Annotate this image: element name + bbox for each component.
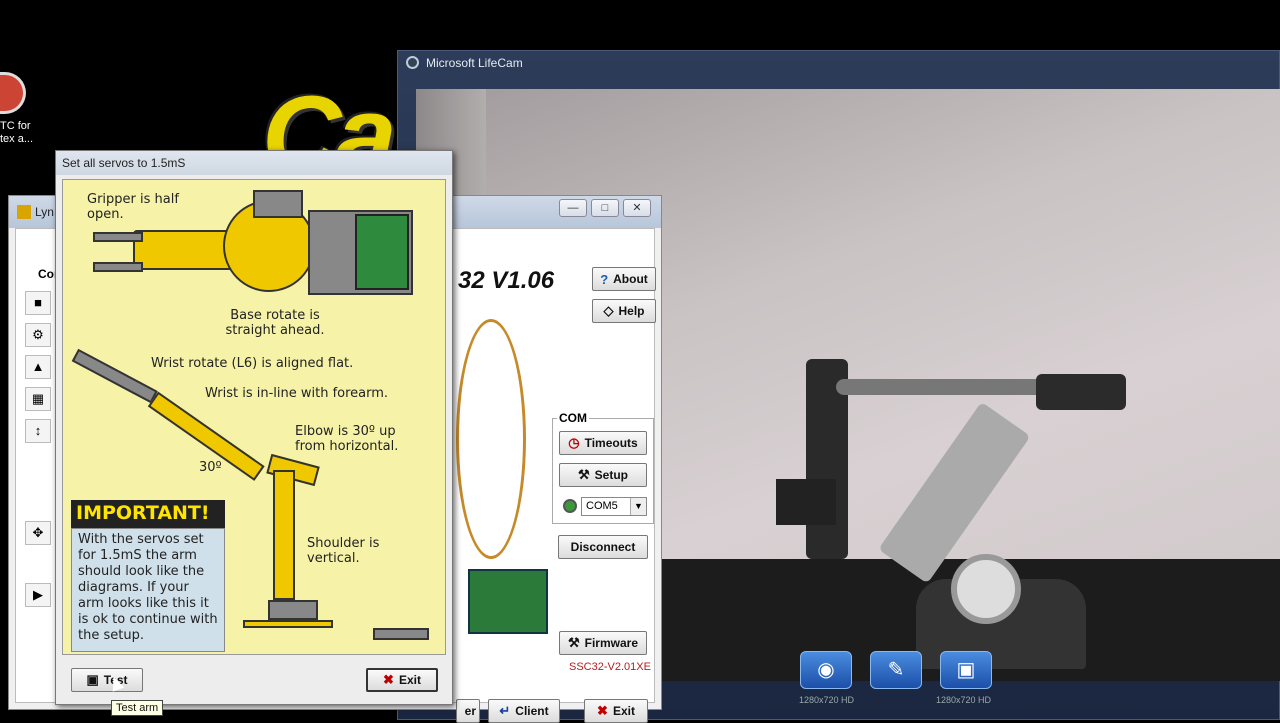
help-label: Help (618, 304, 644, 318)
elbow-angle-label: 30º (199, 460, 222, 475)
diagram-shoulder-servo (268, 600, 318, 620)
diagram-gripper-finger (93, 232, 143, 242)
video-camera-icon: ▣ (957, 659, 976, 681)
exit-label: Exit (613, 704, 635, 718)
shoulder-caption: Shoulder is vertical. (307, 536, 397, 566)
diagram-base-plate (243, 620, 333, 628)
firmware-icon: ⚒ (568, 635, 580, 651)
grid-icon[interactable]: ▦ (25, 387, 51, 411)
diagram-upper-arm-side (273, 470, 295, 600)
axes-icon[interactable]: ↕ (25, 419, 51, 443)
com-port-value: COM5 (586, 500, 618, 512)
dialog-titlebar[interactable]: Set all servos to 1.5mS (56, 151, 452, 175)
arm-tool-icon[interactable]: ▲ (25, 355, 51, 379)
shortcut-label-line2: tex a... (0, 133, 40, 146)
help-button[interactable]: ◇ Help (592, 299, 656, 323)
disconnect-label: Disconnect (571, 540, 636, 554)
exit-button[interactable]: ✖ Exit (584, 699, 648, 723)
clock-icon: ◷ (568, 435, 579, 451)
servo-icon: ▣ (86, 672, 98, 688)
server-label: er (465, 704, 476, 718)
dialog-exit-label: Exit (399, 673, 421, 687)
window-controls: — □ ✕ (559, 199, 651, 217)
servo-tool-icon[interactable]: ■ (25, 291, 51, 315)
close-button[interactable]: ✕ (623, 199, 651, 217)
servo-wire (456, 319, 526, 559)
effects-button[interactable]: ✎ (870, 651, 922, 689)
elbow-caption: Elbow is 30º up from horizontal. (295, 424, 415, 454)
camera-icon: ◉ (817, 659, 834, 681)
maximize-button[interactable]: □ (591, 199, 619, 217)
robot-gripper-servo (776, 479, 836, 525)
close-icon: ✖ (597, 703, 608, 719)
client-icon: ↵ (499, 703, 510, 719)
video-button[interactable]: ▣ (940, 651, 992, 689)
lynxterm-title: Lyn (35, 205, 54, 219)
com-group-label: COM (557, 411, 589, 425)
close-icon: ✖ (383, 672, 394, 688)
dialog-exit-button[interactable]: ✖ Exit (366, 668, 438, 692)
important-heading: IMPORTANT! (71, 500, 225, 528)
lifecam-titlebar[interactable]: Microsoft LifeCam (398, 51, 1279, 75)
app-icon (17, 205, 31, 219)
connection-status-icon (563, 499, 577, 513)
diagram-gripper-side (72, 349, 158, 404)
firmware-version-title: 32 V1.06 (458, 267, 554, 295)
chevron-down-icon: ▼ (630, 498, 646, 515)
gripper-caption: Gripper is half open. (87, 192, 187, 222)
wrist-caption: Wrist is in-line with forearm. (205, 386, 445, 401)
dialog-title: Set all servos to 1.5mS (62, 156, 185, 170)
servo-setup-dialog: Set all servos to 1.5mS Gripper is half … (55, 150, 453, 705)
timeouts-button[interactable]: ◷ Timeouts (559, 431, 647, 455)
video-resolution: 1280x720 HD (936, 695, 991, 705)
play-icon[interactable]: ▶ (25, 583, 51, 607)
robot-arm-elbow (1036, 374, 1126, 410)
desktop-shortcut[interactable]: TC for tex a... (0, 72, 40, 146)
important-note: With the servos set for 1.5mS the arm sh… (71, 528, 225, 652)
setup-button[interactable]: ⚒ Setup (559, 463, 647, 487)
test-button[interactable]: ▣Test (71, 668, 143, 692)
help-icon: ◇ (603, 303, 613, 319)
lifecam-title: Microsoft LifeCam (426, 56, 523, 70)
crosshair-icon[interactable]: ✥ (25, 521, 51, 545)
arm-diagram-panel: Gripper is half open. Base rotate is str… (62, 179, 446, 655)
photo-resolution: 1280x720 HD (799, 695, 854, 705)
firmware-label: Firmware (585, 636, 638, 650)
desktop-shortcut-label: TC for tex a... (0, 120, 40, 146)
timeouts-label: Timeouts (585, 436, 638, 450)
disconnect-button[interactable]: Disconnect (558, 535, 648, 559)
microphone-icon: ✎ (888, 659, 905, 681)
question-icon: ? (600, 272, 608, 287)
photo-button[interactable]: ◉ (800, 651, 852, 689)
firmware-button[interactable]: ⚒ Firmware (559, 631, 647, 655)
setup-label: Setup (595, 468, 628, 482)
gear-icon[interactable]: ⚙ (25, 323, 51, 347)
client-button[interactable]: ↵ Client (488, 699, 560, 723)
tools-icon: ⚒ (578, 467, 590, 483)
diagram-circuit-board (355, 214, 409, 290)
diagram-side-board (373, 628, 429, 640)
wrist-rotate-caption: Wrist rotate (L6) is aligned flat. (151, 356, 391, 371)
robot-icon (0, 72, 26, 114)
base-caption: Base rotate is straight ahead. (215, 308, 335, 338)
test-tooltip: Test arm (111, 700, 163, 716)
lifecam-icon (406, 56, 419, 69)
diagram-gripper-finger (93, 262, 143, 272)
about-button[interactable]: ? About (592, 267, 656, 291)
robot-base-wheel (951, 554, 1021, 624)
robot-arm-upper (878, 402, 1030, 584)
ssc32-board-image (468, 569, 548, 634)
diagram-servo-top (253, 190, 303, 218)
minimize-button[interactable]: — (559, 199, 587, 217)
firmware-version: SSC32-V2.01XE (569, 661, 651, 673)
shortcut-label-line1: TC for (0, 120, 40, 133)
client-label: Client (515, 704, 548, 718)
about-label: About (613, 272, 648, 286)
com-port-select[interactable]: COM5 ▼ (581, 497, 647, 516)
server-button[interactable]: er (456, 699, 480, 723)
